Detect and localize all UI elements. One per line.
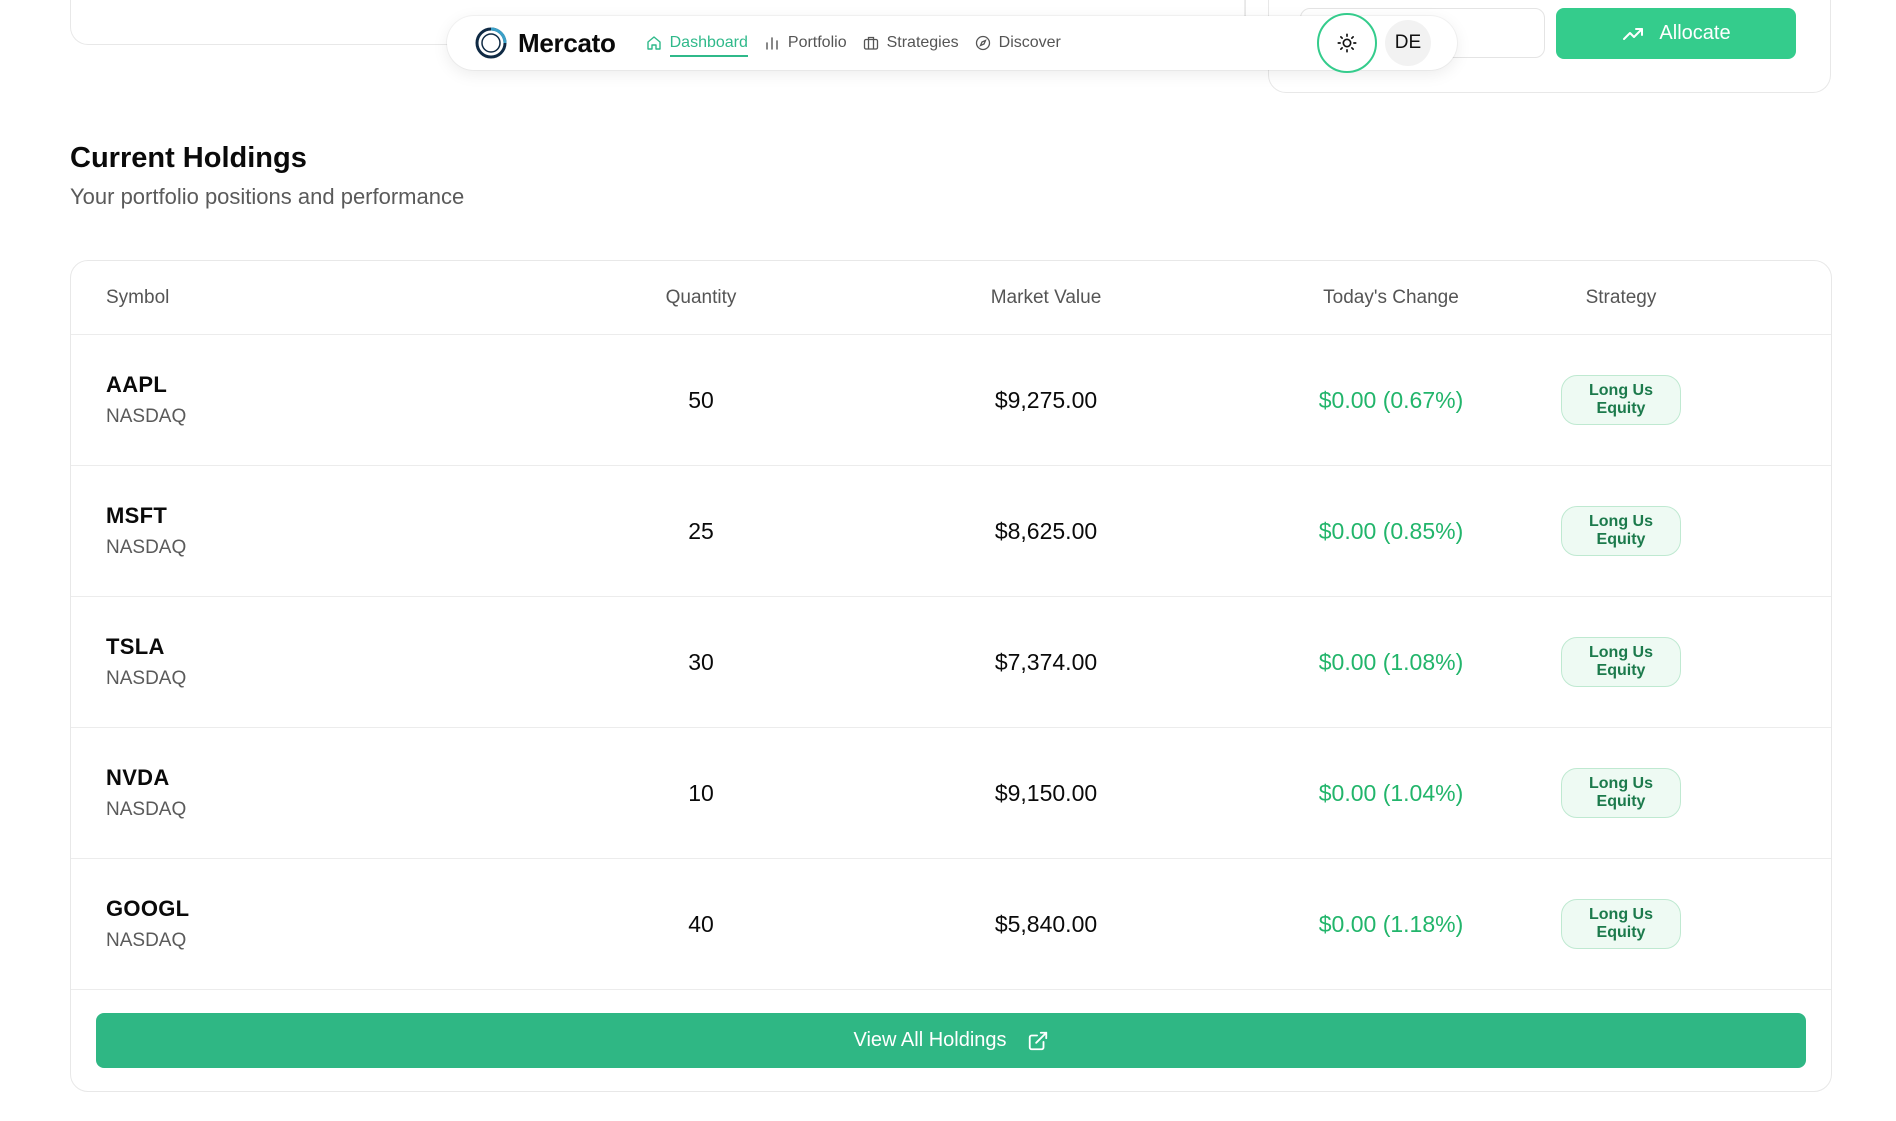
user-avatar[interactable]: DE bbox=[1385, 20, 1431, 66]
change-cell: $0.00 (1.04%) bbox=[1318, 779, 1464, 806]
nav-links: Dashboard Portfolio Strategies Discover bbox=[646, 28, 1061, 58]
market-value-cell: $7,374.00 bbox=[994, 648, 1098, 675]
allocate-label: Allocate bbox=[1659, 22, 1731, 44]
quantity-cell: 50 bbox=[688, 386, 714, 413]
market-value-cell: $8,625.00 bbox=[994, 517, 1098, 544]
table-row[interactable]: TSLA NASDAQ 30 $7,374.00 $0.00 (1.08%) L… bbox=[71, 597, 1831, 728]
table-row[interactable]: NVDA NASDAQ 10 $9,150.00 $0.00 (1.04%) L… bbox=[71, 728, 1831, 859]
compass-icon bbox=[975, 35, 990, 51]
exchange: NASDAQ bbox=[106, 537, 187, 558]
table-row[interactable]: GOOGL NASDAQ 40 $5,840.00 $0.00 (1.18%) … bbox=[71, 859, 1831, 990]
market-value-cell: $5,840.00 bbox=[994, 910, 1098, 937]
nav-portfolio[interactable]: Portfolio bbox=[764, 28, 847, 58]
ticker: GOOGL bbox=[106, 896, 190, 921]
holdings-subtitle: Your portfolio positions and performance bbox=[70, 184, 465, 209]
quantity-cell: 25 bbox=[688, 517, 714, 544]
table-row[interactable]: AAPL NASDAQ 50 $9,275.00 $0.00 (0.67%) L… bbox=[71, 335, 1831, 466]
change-cell: $0.00 (0.67%) bbox=[1318, 386, 1464, 413]
bar-chart-icon bbox=[766, 37, 778, 50]
view-all-label: View All Holdings bbox=[853, 1029, 1007, 1051]
column-header-market-value: Market Value bbox=[990, 286, 1102, 308]
symbol-cell: AAPL NASDAQ bbox=[71, 372, 511, 428]
holdings-card: Symbol Quantity Market Value Today's Cha… bbox=[70, 260, 1832, 1092]
exchange: NASDAQ bbox=[106, 406, 187, 427]
symbol-cell: MSFT NASDAQ bbox=[71, 503, 511, 559]
change-cell: $0.00 (1.18%) bbox=[1318, 910, 1464, 937]
quantity-cell: 10 bbox=[688, 779, 714, 806]
ticker: NVDA bbox=[106, 765, 170, 790]
strategy-badge: Long Us Equity bbox=[1561, 899, 1681, 949]
change-cell: $0.00 (0.85%) bbox=[1318, 517, 1464, 544]
brand-logo-icon bbox=[475, 27, 507, 59]
quantity-cell: 30 bbox=[688, 648, 714, 675]
symbol-cell: NVDA NASDAQ bbox=[71, 765, 511, 821]
nav-discover[interactable]: Discover bbox=[975, 28, 1061, 58]
theme-toggle-button[interactable] bbox=[1317, 13, 1377, 73]
strategy-badge: Long Us Equity bbox=[1561, 637, 1681, 687]
strategy-cell: Long Us Equity bbox=[1541, 899, 1831, 949]
strategy-cell: Long Us Equity bbox=[1541, 506, 1831, 556]
ticker: TSLA bbox=[106, 634, 165, 659]
briefcase-icon bbox=[863, 36, 878, 50]
nav-discover-label: Discover bbox=[998, 34, 1061, 51]
strategy-cell: Long Us Equity bbox=[1541, 768, 1831, 818]
external-link-icon bbox=[1028, 1031, 1047, 1050]
nav-portfolio-label: Portfolio bbox=[787, 34, 847, 51]
change-cell: $0.00 (1.08%) bbox=[1318, 648, 1464, 675]
home-icon bbox=[646, 36, 661, 50]
nav-strategies[interactable]: Strategies bbox=[863, 28, 959, 58]
nav-dashboard-label: Dashboard bbox=[669, 34, 748, 57]
holdings-title: Current Holdings bbox=[70, 142, 307, 174]
column-header-symbol: Symbol bbox=[106, 286, 170, 308]
sun-icon bbox=[1337, 33, 1357, 53]
nav-strategies-label: Strategies bbox=[886, 34, 959, 51]
strategy-cell: Long Us Equity bbox=[1541, 375, 1831, 425]
trending-up-icon bbox=[1623, 27, 1644, 40]
allocate-button[interactable]: Allocate bbox=[1556, 8, 1796, 59]
market-value-cell: $9,275.00 bbox=[994, 386, 1098, 413]
column-header-strategy: Strategy bbox=[1585, 286, 1657, 308]
view-all-holdings-button[interactable]: View All Holdings bbox=[96, 1013, 1806, 1068]
exchange: NASDAQ bbox=[106, 930, 187, 951]
brand[interactable]: Mercato bbox=[474, 26, 616, 60]
quantity-cell: 40 bbox=[688, 910, 714, 937]
column-header-todays-change: Today's Change bbox=[1323, 286, 1459, 308]
strategy-badge: Long Us Equity bbox=[1561, 506, 1681, 556]
table-header: Symbol Quantity Market Value Today's Cha… bbox=[71, 261, 1831, 335]
exchange: NASDAQ bbox=[106, 799, 187, 820]
exchange: NASDAQ bbox=[106, 668, 187, 689]
top-navbar: Mercato Dashboard Portfolio Strategies D… bbox=[447, 13, 1457, 73]
strategy-badge: Long Us Equity bbox=[1561, 375, 1681, 425]
symbol-cell: GOOGL NASDAQ bbox=[71, 896, 511, 952]
nav-dashboard[interactable]: Dashboard bbox=[646, 28, 748, 58]
table-row[interactable]: MSFT NASDAQ 25 $8,625.00 $0.00 (0.85%) L… bbox=[71, 466, 1831, 597]
strategy-cell: Long Us Equity bbox=[1541, 637, 1831, 687]
ticker: AAPL bbox=[106, 372, 168, 397]
symbol-cell: TSLA NASDAQ bbox=[71, 634, 511, 690]
ticker: MSFT bbox=[106, 503, 168, 528]
brand-name: Mercato bbox=[518, 27, 616, 58]
market-value-cell: $9,150.00 bbox=[994, 779, 1098, 806]
strategy-badge: Long Us Equity bbox=[1561, 768, 1681, 818]
column-header-quantity: Quantity bbox=[665, 286, 737, 308]
